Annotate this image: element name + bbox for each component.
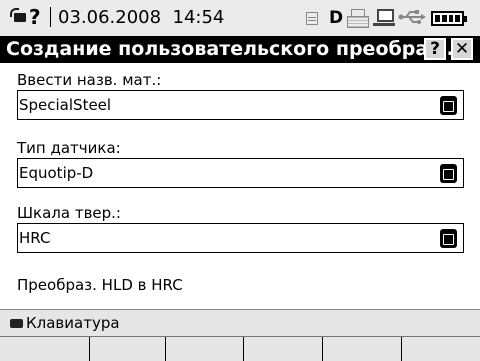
softkey-bar xyxy=(0,336,480,361)
softkey-1[interactable] xyxy=(0,337,89,361)
mode-letter: D xyxy=(329,8,344,28)
hardness-scale-value: HRC xyxy=(19,229,51,247)
list-picker-icon[interactable] xyxy=(440,164,457,183)
battery-icon xyxy=(431,11,467,26)
sensor-type-label: Тип датчика: xyxy=(17,139,121,157)
keyboard-bar[interactable]: Клавиатура xyxy=(0,309,480,336)
sensor-type-value: Equotip-D xyxy=(19,164,94,182)
softkey-3[interactable] xyxy=(165,337,243,361)
keyboard-icon xyxy=(10,319,23,328)
softkey-4[interactable] xyxy=(243,337,322,361)
softkey-2[interactable] xyxy=(89,337,165,361)
dialog-content: Ввести назв. мат.: SpecialSteel Тип датч… xyxy=(0,63,480,309)
network-icon xyxy=(373,9,395,28)
list-picker-icon[interactable] xyxy=(440,96,457,115)
material-name-label: Ввести назв. мат.: xyxy=(17,71,162,89)
material-name-field[interactable]: SpecialSteel xyxy=(17,90,464,120)
close-button[interactable]: ✕ xyxy=(451,38,473,60)
usb-icon xyxy=(398,9,426,25)
conversion-info: Преобраз. HLD в HRC xyxy=(17,276,183,294)
softkey-6[interactable] xyxy=(401,337,480,361)
document-icon xyxy=(306,12,318,25)
hardness-scale-label: Шкала твер.: xyxy=(17,204,121,222)
printer-icon xyxy=(347,9,369,28)
material-name-value: SpecialSteel xyxy=(19,96,112,114)
dialog-title-bar: Создание пользовательского преобраз... ?… xyxy=(0,36,480,63)
keyboard-label: Клавиатура xyxy=(26,314,120,332)
help-mark[interactable]: ? xyxy=(29,5,41,29)
hardness-scale-field[interactable]: HRC xyxy=(17,223,464,253)
help-button[interactable]: ? xyxy=(424,38,446,60)
keyboard-icon[interactable] xyxy=(10,8,26,22)
sensor-type-field[interactable]: Equotip-D xyxy=(17,158,464,188)
date-time: 03.06.2008 14:54 xyxy=(58,7,225,28)
softkey-5[interactable] xyxy=(322,337,401,361)
status-bar: ? 03.06.2008 14:54 D xyxy=(0,0,480,36)
list-picker-icon[interactable] xyxy=(440,229,457,248)
status-separator xyxy=(50,7,51,27)
dialog-title: Создание пользовательского преобраз... xyxy=(6,38,461,60)
